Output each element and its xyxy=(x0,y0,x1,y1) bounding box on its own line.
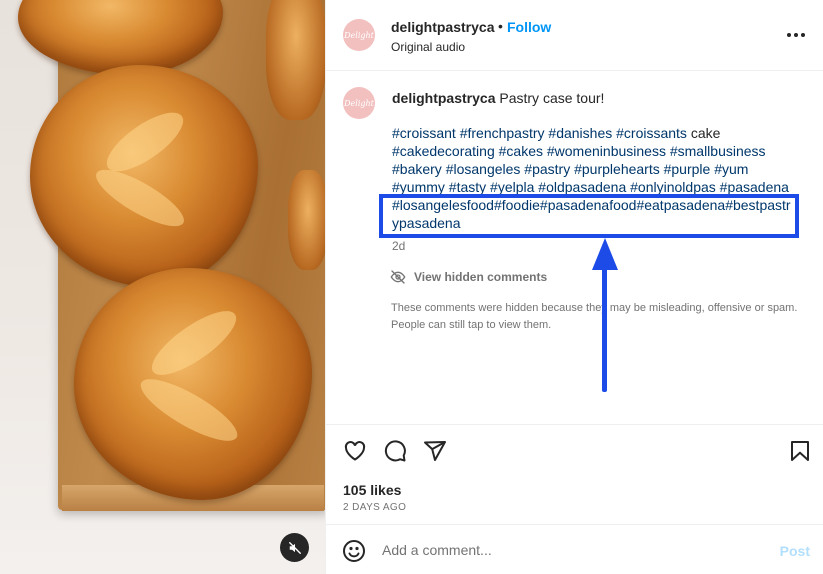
hashtag-line: #losangelesfood#foodie#pasadenafood#eatp… xyxy=(392,196,802,214)
hashtag-line: ypasadena xyxy=(392,214,802,232)
caption-first-line: delightpastryca Pastry case tour! xyxy=(392,89,604,107)
action-bar: 105 likes 2 DAYS AGO xyxy=(326,424,823,524)
likes-count[interactable]: 105 likes xyxy=(343,482,401,498)
separator-dot: • xyxy=(498,18,503,34)
eye-off-icon xyxy=(390,270,406,284)
caption-username[interactable]: delightpastryca xyxy=(392,90,495,106)
hashtag-links[interactable]: #croissant #frenchpastry #danishes #croi… xyxy=(392,125,687,141)
hidden-comments-note: These comments were hidden because they … xyxy=(391,302,798,331)
view-hidden-comments-label: View hidden comments xyxy=(414,270,548,284)
hashtag-links[interactable]: #yummy #tasty #yelpla #oldpasadena #only… xyxy=(392,179,789,195)
follow-button[interactable]: Follow xyxy=(507,19,551,35)
mute-button[interactable] xyxy=(280,533,309,562)
post-media[interactable] xyxy=(0,0,325,574)
comment-icon[interactable] xyxy=(383,439,407,463)
avatar[interactable]: Delight xyxy=(343,87,375,119)
heart-icon[interactable] xyxy=(343,439,367,463)
hashtag-list: #croissant #frenchpastry #danishes #croi… xyxy=(392,124,802,232)
audio-link[interactable]: Original audio xyxy=(391,40,465,54)
hashtag-line: #bakery #losangeles #pastry #purpleheart… xyxy=(392,160,802,178)
pastry-side xyxy=(288,170,325,270)
bookmark-icon[interactable] xyxy=(788,439,812,463)
caption-text: Pastry case tour! xyxy=(495,90,605,106)
share-icon[interactable] xyxy=(423,439,447,463)
caption-block: Delight delightpastryca Pastry case tour… xyxy=(326,71,823,423)
hashtag-links[interactable]: #bakery #losangeles #pastry #purpleheart… xyxy=(392,161,748,177)
caption-timestamp[interactable]: 2d xyxy=(392,239,405,253)
avatar-text: Delight xyxy=(344,98,374,108)
avatar-text: Delight xyxy=(344,30,374,40)
hashtag-links[interactable]: ypasadena xyxy=(392,215,461,231)
post-date: 2 DAYS AGO xyxy=(343,502,407,513)
hashtag-links[interactable]: #losangelesfood#foodie#pasadenafood#eatp… xyxy=(392,197,791,213)
comment-input[interactable] xyxy=(382,537,762,563)
pastry-middle xyxy=(30,65,258,287)
caption-word: cake xyxy=(686,125,721,141)
hashtag-links[interactable]: #cakedecorating #cakes #womeninbusiness … xyxy=(392,143,766,159)
speaker-muted-icon xyxy=(288,541,301,554)
hashtag-line: #yummy #tasty #yelpla #oldpasadena #only… xyxy=(392,178,802,196)
view-hidden-comments-button[interactable]: View hidden comments xyxy=(390,269,547,285)
post-header: Delight delightpastryca • Follow Origina… xyxy=(326,0,823,71)
more-options-icon[interactable] xyxy=(787,33,805,37)
avatar[interactable]: Delight xyxy=(343,19,375,51)
annotation-arrow-shaft xyxy=(602,264,607,392)
post-comment-button[interactable]: Post xyxy=(780,543,810,559)
username-link[interactable]: delightpastryca xyxy=(391,19,494,35)
comment-bar: Post xyxy=(326,524,823,574)
emoji-icon[interactable] xyxy=(342,539,366,563)
pastry-side xyxy=(266,0,325,120)
hashtag-line: #croissant #frenchpastry #danishes #croi… xyxy=(392,124,802,142)
post-side-panel: Delight delightpastryca • Follow Origina… xyxy=(325,0,823,574)
hashtag-line: #cakedecorating #cakes #womeninbusiness … xyxy=(392,142,802,160)
